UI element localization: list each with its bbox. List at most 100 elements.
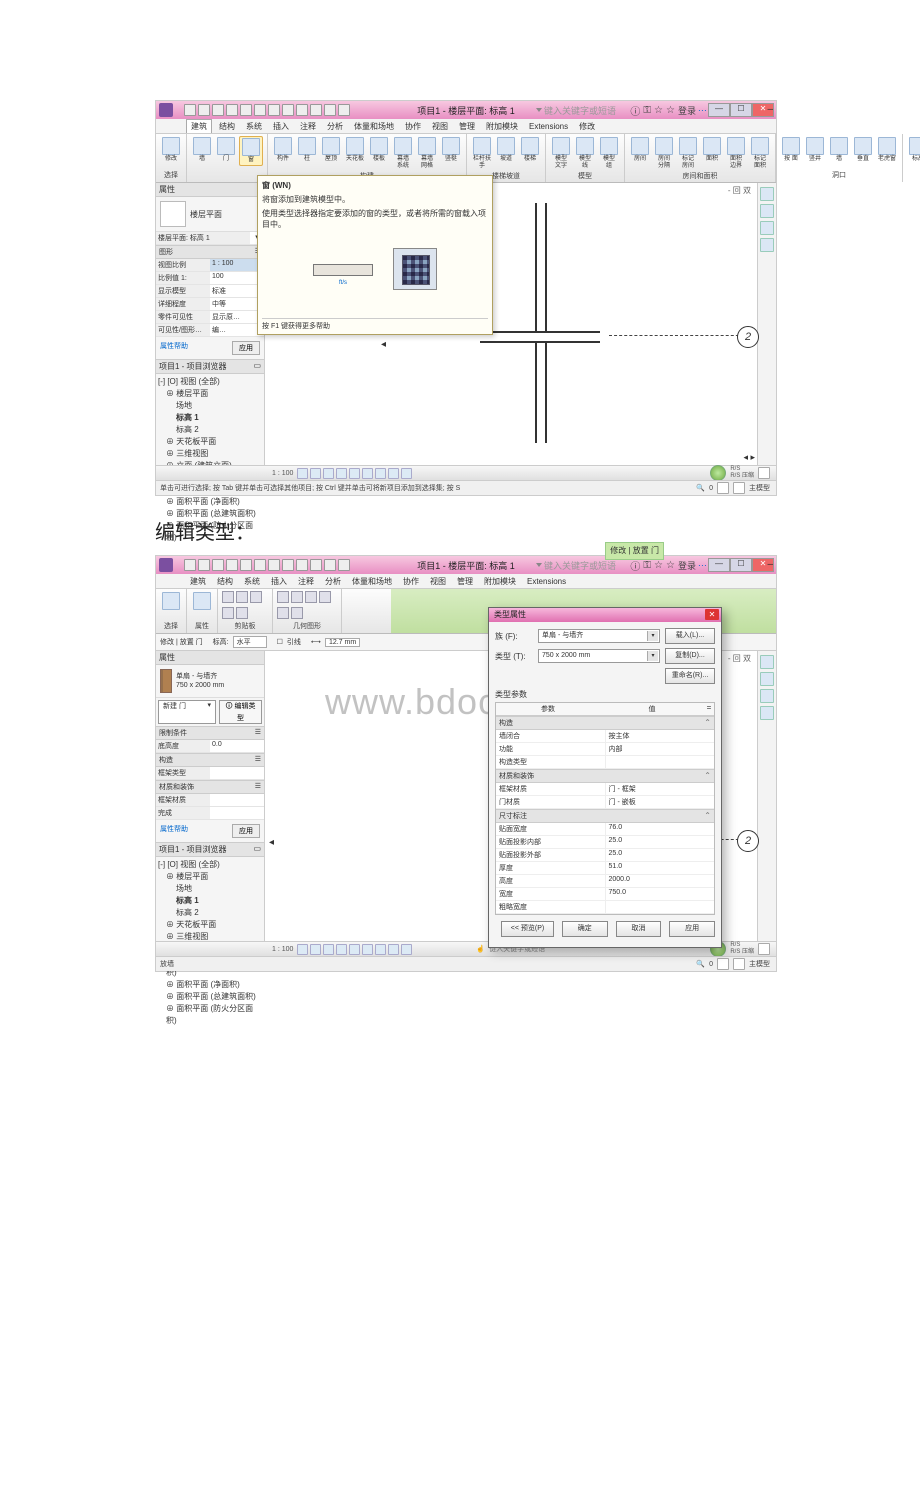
tree-item[interactable]: ⊕ 面积平面 (防火分区面积) bbox=[158, 1003, 262, 1027]
collapse-icon[interactable]: ☰ bbox=[255, 755, 261, 765]
ribbon-button[interactable]: 老虎窗 bbox=[876, 136, 898, 164]
dialog-titlebar[interactable]: 类型属性 ✕ bbox=[489, 608, 721, 622]
model-selector[interactable]: 主模型 bbox=[749, 959, 770, 969]
menu-tab[interactable]: 管理 bbox=[453, 575, 477, 588]
property-value[interactable] bbox=[210, 807, 264, 819]
col-param[interactable]: 参数 bbox=[496, 703, 600, 715]
view-icon[interactable] bbox=[323, 468, 334, 479]
ribbon-button[interactable]: 墙 bbox=[191, 136, 213, 164]
axis-bubble[interactable]: 2 bbox=[737, 830, 759, 852]
menu-tab[interactable]: 修改 bbox=[575, 120, 599, 133]
param-row[interactable]: 构造类型 bbox=[496, 756, 714, 769]
filter-btn-icon[interactable] bbox=[717, 958, 729, 970]
view-icon[interactable] bbox=[388, 468, 399, 479]
view-icon[interactable] bbox=[362, 468, 373, 479]
tree-item[interactable]: ⊕ 面积平面 (净面积) bbox=[158, 979, 262, 991]
collapse-icon[interactable]: ☰ bbox=[255, 782, 261, 792]
param-value[interactable]: 内部 bbox=[605, 743, 715, 755]
qat-icon[interactable] bbox=[254, 104, 266, 116]
view-icon[interactable] bbox=[336, 944, 347, 955]
ribbon-button[interactable]: 垂直 bbox=[852, 136, 874, 164]
menu-tab[interactable]: 分析 bbox=[321, 575, 345, 588]
param-row[interactable]: 门材质门 - 嵌板 bbox=[496, 796, 714, 809]
properties-icon[interactable] bbox=[193, 592, 211, 610]
property-row[interactable]: 显示模型标准 bbox=[156, 285, 264, 298]
view-icon[interactable] bbox=[297, 468, 308, 479]
group-collapse-icon[interactable]: ⌃ bbox=[704, 811, 711, 821]
ribbon-button[interactable]: 楼梯 bbox=[519, 136, 541, 164]
property-value[interactable]: 1 : 100 bbox=[210, 259, 264, 271]
param-row[interactable]: 墙闭合按主体 bbox=[496, 730, 714, 743]
menu-tab[interactable]: 体量和场地 bbox=[348, 575, 396, 588]
qat-icon[interactable] bbox=[226, 559, 238, 571]
qat-icon[interactable] bbox=[338, 559, 350, 571]
instance-selector[interactable]: 新建 门▾ bbox=[158, 700, 216, 724]
filter-icon[interactable] bbox=[758, 943, 770, 955]
view-icon[interactable] bbox=[375, 468, 386, 479]
maximize-button[interactable]: ☐ bbox=[730, 558, 752, 572]
nav-wheel-icon[interactable] bbox=[760, 204, 774, 218]
project-browser-tree[interactable]: [-] [O] 视图 (全部)⊕ 楼层平面场地标高 1标高 2⊕ 天花板平面⊕ … bbox=[156, 374, 264, 546]
property-value[interactable]: 100 bbox=[210, 272, 264, 284]
join-icon[interactable] bbox=[305, 591, 317, 603]
param-row[interactable]: 宽度750.0 bbox=[496, 888, 714, 901]
menu-tab[interactable]: 视图 bbox=[428, 120, 452, 133]
property-row[interactable]: 底高度0.0 bbox=[156, 740, 264, 753]
info-icon[interactable]: ⓘ bbox=[630, 103, 640, 118]
ok-button[interactable]: 确定 bbox=[562, 921, 608, 937]
minimize-button[interactable]: — bbox=[708, 103, 730, 117]
collapse-panel-icon[interactable]: – bbox=[767, 559, 773, 570]
preview-button[interactable]: << 预览(P) bbox=[501, 921, 554, 937]
menu-tab[interactable]: 注释 bbox=[294, 575, 318, 588]
tree-item[interactable]: ⊕ 楼层平面 bbox=[158, 388, 262, 400]
wall-element-vertical[interactable] bbox=[535, 203, 547, 443]
cut-geom-icon[interactable] bbox=[291, 591, 303, 603]
param-value[interactable]: 25.0 bbox=[605, 836, 715, 848]
collapse-icon[interactable]: ☰ bbox=[255, 728, 261, 738]
param-row[interactable]: 粗略宽度 bbox=[496, 901, 714, 914]
menu-tab[interactable]: 建筑 bbox=[186, 575, 210, 588]
param-row[interactable]: 高度2000.0 bbox=[496, 875, 714, 888]
property-value[interactable]: 显示原… bbox=[210, 311, 264, 323]
ribbon-button[interactable]: 栏杆扶手 bbox=[471, 136, 493, 171]
search-box[interactable]: 键入关键字或短语 bbox=[536, 104, 616, 117]
left-arrow-icon[interactable]: ◂ bbox=[269, 837, 274, 848]
tree-item[interactable]: ⊕ 面积平面 (总建筑面积) bbox=[158, 991, 262, 1003]
view-icon[interactable] bbox=[401, 944, 412, 955]
tree-root[interactable]: [-] [O] 视图 (全部) bbox=[158, 376, 262, 388]
qat-icon[interactable] bbox=[212, 559, 224, 571]
drawing-canvas[interactable]: www.bdocx.com - 回 双 ◂ 2 类型属性 ✕ 族 (F): bbox=[265, 651, 757, 941]
qat-icon[interactable] bbox=[240, 559, 252, 571]
property-section[interactable]: 构造☰ bbox=[156, 753, 264, 767]
properties-help-link[interactable]: 属性帮助 bbox=[158, 822, 190, 840]
match-icon[interactable] bbox=[222, 607, 234, 619]
menu-tab[interactable]: 系统 bbox=[240, 575, 264, 588]
level-value[interactable]: 水平 bbox=[233, 636, 267, 648]
property-value[interactable] bbox=[210, 767, 264, 779]
param-value[interactable]: 门 - 框架 bbox=[605, 783, 715, 795]
param-group[interactable]: 尺寸标注⌃ bbox=[496, 809, 714, 823]
minimize-button[interactable]: — bbox=[708, 558, 730, 572]
ribbon-button[interactable]: 模型 文字 bbox=[550, 136, 572, 171]
ribbon-button[interactable]: 标记 面积 bbox=[749, 136, 771, 171]
favorite-icon[interactable]: ☆ bbox=[666, 560, 675, 571]
tree-item[interactable]: 标高 2 bbox=[158, 424, 262, 436]
model-selector[interactable]: 主模型 bbox=[749, 483, 770, 493]
tree-item[interactable]: 标高 1 bbox=[158, 895, 262, 907]
ribbon-button[interactable]: 楼板 bbox=[368, 136, 390, 164]
qat-icon[interactable] bbox=[282, 559, 294, 571]
property-row[interactable]: 视图比例1 : 100 bbox=[156, 259, 264, 272]
pan-icon[interactable] bbox=[760, 706, 774, 720]
apply-button[interactable]: 应用 bbox=[232, 824, 260, 838]
menu-tab[interactable]: 协作 bbox=[401, 120, 425, 133]
ribbon-button[interactable]: 房间 分隔 bbox=[653, 136, 675, 171]
tree-item[interactable]: ⊕ 楼层平面 bbox=[158, 871, 262, 883]
param-value[interactable] bbox=[605, 901, 715, 913]
menu-tab[interactable]: 建筑 bbox=[186, 119, 212, 133]
menu-tab[interactable]: 附加模块 bbox=[480, 575, 520, 588]
menu-tab[interactable]: 协作 bbox=[399, 575, 423, 588]
wall-element-horizontal[interactable] bbox=[480, 331, 600, 343]
pan-icon[interactable] bbox=[760, 238, 774, 252]
tree-item[interactable]: 标高 2 bbox=[158, 907, 262, 919]
tree-item[interactable]: ⊕ 面积平面 (净面积) bbox=[158, 496, 262, 508]
